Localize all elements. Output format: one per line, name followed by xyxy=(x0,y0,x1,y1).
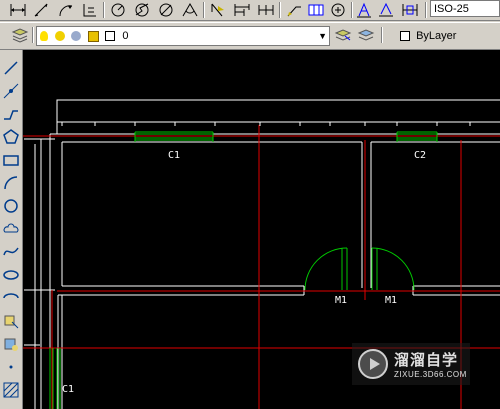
rectangle-icon[interactable] xyxy=(1,150,21,170)
dim-arc-icon[interactable] xyxy=(56,1,76,19)
dimension-toolbar: ISO-25 xyxy=(0,0,500,21)
ellipse-icon[interactable] xyxy=(1,265,21,285)
polygon-icon[interactable] xyxy=(1,127,21,147)
revision-cloud-icon[interactable] xyxy=(1,219,21,239)
draw-toolbar xyxy=(0,50,23,409)
dim-baseline-icon[interactable] xyxy=(232,1,252,19)
layer-toolbar: 0 ▼ ByLayer xyxy=(0,22,500,50)
make-current-layer-icon[interactable] xyxy=(356,26,376,44)
insert-block-icon[interactable] xyxy=(1,311,21,331)
hatch-icon[interactable] xyxy=(1,380,21,400)
ellipse-arc-icon[interactable] xyxy=(1,288,21,308)
dim-text-edit-icon[interactable] xyxy=(376,1,396,19)
watermark-brand: 溜溜自学 xyxy=(394,352,459,369)
window-label-c1: C1 xyxy=(168,150,180,161)
dim-jogged-icon[interactable] xyxy=(132,1,152,19)
watermark: 溜溜自学 ZIXUE.3D66.COM xyxy=(352,343,470,385)
door-label-m1-left: M1 xyxy=(335,295,347,306)
layer-manager-icon[interactable] xyxy=(10,26,30,44)
dim-radius-icon[interactable] xyxy=(108,1,128,19)
quick-leader-icon[interactable] xyxy=(284,1,304,19)
dim-angular-icon[interactable] xyxy=(180,1,200,19)
dim-style-select[interactable]: ISO-25 xyxy=(430,0,500,17)
dim-update-icon[interactable] xyxy=(400,1,420,19)
layer-lock-icon xyxy=(88,30,100,42)
chevron-down-icon: ▼ xyxy=(318,31,327,41)
dim-continue-icon[interactable] xyxy=(256,1,276,19)
spline-icon[interactable] xyxy=(1,242,21,262)
watermark-url: ZIXUE.3D66.COM xyxy=(394,370,467,379)
sun-icon xyxy=(55,31,66,42)
construction-line-icon[interactable] xyxy=(1,81,21,101)
color-swatch xyxy=(400,31,410,42)
layer-color-icon xyxy=(105,31,116,42)
tolerance-icon[interactable] xyxy=(306,1,326,19)
lightbulb-icon xyxy=(40,31,48,42)
layer-name: 0 xyxy=(122,30,129,42)
window-label-c1-lower: C1 xyxy=(62,384,74,395)
dim-edit-icon[interactable] xyxy=(354,1,374,19)
play-logo-icon xyxy=(358,349,388,379)
center-mark-icon[interactable] xyxy=(328,1,348,19)
circle-icon[interactable] xyxy=(1,196,21,216)
dim-aligned-icon[interactable] xyxy=(32,1,52,19)
color-control[interactable]: ByLayer xyxy=(396,26,500,46)
dim-linear-icon[interactable] xyxy=(8,1,28,19)
dim-diameter-icon[interactable] xyxy=(156,1,176,19)
point-icon[interactable] xyxy=(1,357,21,377)
line-icon[interactable] xyxy=(1,58,21,78)
window-label-c2: C2 xyxy=(414,150,426,161)
layer-select[interactable]: 0 ▼ xyxy=(36,26,330,46)
make-block-icon[interactable] xyxy=(1,334,21,354)
polyline-icon[interactable] xyxy=(1,104,21,124)
dim-ordinate-icon[interactable] xyxy=(80,1,100,19)
arc-icon[interactable] xyxy=(1,173,21,193)
quick-dim-icon[interactable] xyxy=(208,1,228,19)
snowflake-icon xyxy=(71,31,82,42)
door-label-m1-right: M1 xyxy=(385,295,397,306)
layer-previous-icon[interactable] xyxy=(333,26,353,44)
